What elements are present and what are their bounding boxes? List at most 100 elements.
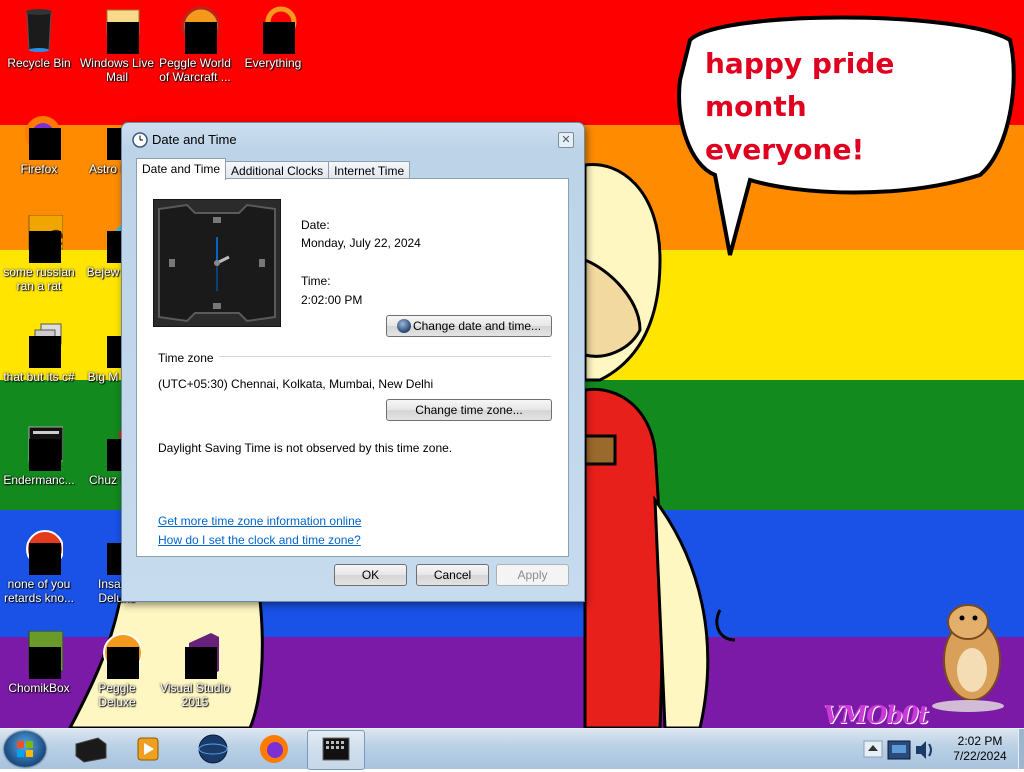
close-button[interactable]: ✕ xyxy=(558,132,574,148)
desktop-icon-label: Everything xyxy=(244,56,302,70)
apply-button[interactable]: Apply xyxy=(496,564,569,586)
cancel-button[interactable]: Cancel xyxy=(416,564,489,586)
speech-line-2: everyone! xyxy=(705,133,865,166)
firefox-icon xyxy=(260,735,288,763)
taskbar-app-firefox[interactable] xyxy=(246,730,302,768)
network-icon xyxy=(887,740,911,760)
taskbar-app-media-player[interactable] xyxy=(120,730,176,768)
desktop-icon-visual-studio-2015[interactable]: Visual Studio 2015 xyxy=(157,631,233,709)
redaction-box xyxy=(107,22,139,54)
desktop-icon-none-of-you[interactable]: none of you retards kno... xyxy=(1,527,77,605)
desktop-icon-label: none of you retards kno... xyxy=(3,577,75,605)
watermark-text: VMOb0t xyxy=(823,700,929,728)
timezone-value: (UTC+05:30) Chennai, Kolkata, Mumbai, Ne… xyxy=(158,377,434,391)
show-desktop-button[interactable] xyxy=(1018,729,1024,769)
recycle-bin-icon xyxy=(15,6,63,54)
dialog-title: Date and Time xyxy=(152,132,237,147)
timezone-heading: Time zone xyxy=(158,351,214,365)
terminal-icon xyxy=(15,423,64,471)
tab-date-and-time[interactable]: Date and Time xyxy=(136,158,227,180)
redaction-box xyxy=(29,231,61,263)
redaction-box xyxy=(263,22,295,54)
timezone-separator xyxy=(219,356,551,357)
redaction-box xyxy=(29,543,61,575)
desktop-icon-everything[interactable]: Everything xyxy=(235,6,311,70)
calendar-clock-icon xyxy=(322,737,350,761)
speech-line-1: happy pride month xyxy=(705,47,895,123)
redaction-box xyxy=(29,336,61,368)
desktop-icon-label: Peggle Deluxe xyxy=(98,681,136,709)
character-arm xyxy=(653,495,710,728)
more-timezone-info-link[interactable]: Get more time zone information online xyxy=(158,514,361,528)
app-red-circle-icon xyxy=(15,527,64,575)
desktop-icon-recycle-bin[interactable]: Recycle Bin xyxy=(1,6,77,70)
volume-icon xyxy=(916,741,932,759)
peggle-icon xyxy=(93,631,143,679)
tab-strip: Date and Time Additional Clocks Internet… xyxy=(136,158,411,180)
visual-studio-icon xyxy=(171,631,219,679)
firefox-icon xyxy=(15,112,63,160)
desktop-icon-label: Visual Studio 2015 xyxy=(160,681,230,709)
analog-clock xyxy=(152,198,282,328)
taskbar-clock-date: 7/22/2024 xyxy=(953,749,1007,763)
start-button[interactable] xyxy=(4,731,46,767)
redaction-box xyxy=(185,22,217,54)
clock-icon xyxy=(132,132,148,148)
desktop-icon-label: ChomikBox xyxy=(8,681,70,695)
redaction-box xyxy=(185,647,217,679)
desktop-icon-label: that but its c# xyxy=(3,370,75,384)
taskbar-app-black-box[interactable] xyxy=(62,730,118,768)
desktop-icon-that-but-its-csharp[interactable]: that but its c# xyxy=(1,320,77,384)
taskbar: 2:02 PM 7/22/2024 xyxy=(0,728,1024,770)
character-strap xyxy=(583,434,617,466)
windows-stack-icon xyxy=(15,320,63,368)
date-and-time-dialog: Date and Time ✕ Date and Time Additional… xyxy=(121,122,585,602)
desktop-icon-peggle-deluxe[interactable]: Peggle Deluxe xyxy=(79,631,155,709)
change-date-and-time-label: Change date and time... xyxy=(412,319,542,333)
mail-icon xyxy=(93,6,141,54)
taskbar-app-date-time[interactable] xyxy=(307,730,365,770)
redaction-box xyxy=(29,647,61,679)
desktop-icon-firefox[interactable]: Firefox xyxy=(1,112,77,176)
show-hidden-icons-icon xyxy=(863,740,883,758)
desktop-icon-label: some russian ran a rat xyxy=(3,265,75,293)
desktop-icon-some-russian-ran-a-rat[interactable]: e some russian ran a rat xyxy=(1,214,77,293)
desktop-icon-chomikbox[interactable]: ox ChomikBox xyxy=(1,630,77,695)
taskbar-clock-time: 2:02 PM xyxy=(957,734,1003,748)
taskbar-app-globe[interactable] xyxy=(184,730,240,768)
ok-button[interactable]: OK xyxy=(334,564,407,586)
chomikbox-icon: ox xyxy=(15,630,64,679)
black-box-icon xyxy=(75,737,107,763)
media-player-icon xyxy=(137,737,159,761)
time-value: 2:02:00 PM xyxy=(301,293,363,307)
system-tray xyxy=(862,731,938,767)
desktop-icon-windows-live-mail[interactable]: Windows Live Mail xyxy=(79,6,155,84)
desktop-icon-label: Peggle World of Warcraft ... xyxy=(159,56,231,84)
uac-shield-icon xyxy=(396,319,411,333)
app-e-icon: e xyxy=(15,214,64,263)
how-to-set-clock-link[interactable]: How do I set the clock and time zone? xyxy=(158,533,361,547)
taskbar-clock[interactable]: 2:02 PM 7/22/2024 xyxy=(940,734,1020,764)
redaction-box xyxy=(107,647,139,679)
redaction-box xyxy=(29,439,61,471)
search-magnifier-icon xyxy=(249,6,297,54)
peggle-icon xyxy=(171,6,221,54)
speech-text: happy pride month everyone! xyxy=(705,42,985,171)
change-date-and-time-button[interactable]: Change date and time... xyxy=(386,315,552,337)
redaction-box xyxy=(29,128,61,160)
tab-panel-date-and-time: Date: Monday, July 22, 2024 Time: 2:02:0… xyxy=(136,178,569,557)
globe-icon xyxy=(198,734,228,764)
desktop-icon-label: Firefox xyxy=(20,162,58,176)
desktop-icon-peggle-wow[interactable]: Peggle World of Warcraft ... xyxy=(157,6,233,84)
dst-note: Daylight Saving Time is not observed by … xyxy=(158,441,453,455)
hamster-image xyxy=(932,604,1004,712)
desktop-icon-label: Windows Live Mail xyxy=(79,56,155,84)
desktop-icon-label: Recycle Bin xyxy=(7,56,71,70)
desktop-icon-endermanc[interactable]: Endermanc... xyxy=(1,423,77,487)
windows-logo-icon xyxy=(17,741,33,757)
time-label: Time: xyxy=(301,274,331,288)
date-value: Monday, July 22, 2024 xyxy=(301,236,421,250)
change-time-zone-button[interactable]: Change time zone... xyxy=(386,399,552,421)
desktop-icon-label: Endermanc... xyxy=(3,473,75,487)
date-label: Date: xyxy=(301,218,330,232)
